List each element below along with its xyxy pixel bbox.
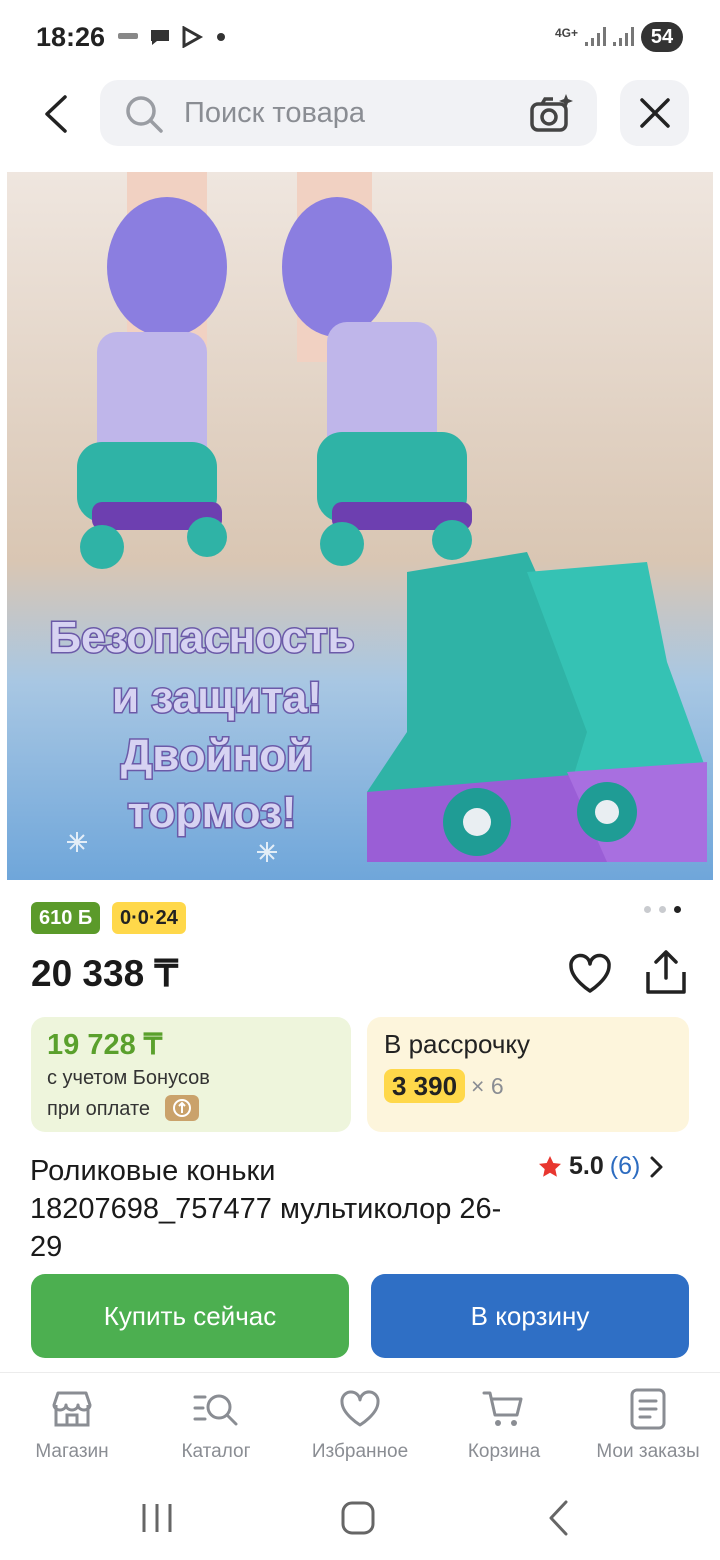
product-price: 20 338 ₸ bbox=[31, 953, 178, 994]
share-icon bbox=[646, 950, 686, 994]
nav-label: Корзина bbox=[467, 1441, 541, 1462]
product-photo: Безопасность и защита! Двойной тормоз! bbox=[7, 172, 713, 880]
shop-icon bbox=[52, 1391, 92, 1427]
promo-line-4: тормоз! bbox=[128, 788, 297, 837]
installment-badge: 0·0·24 bbox=[112, 902, 186, 934]
image-pager bbox=[644, 906, 681, 913]
product-title: Роликовые коньки 18207698_757477 мультик… bbox=[30, 1155, 502, 1263]
nav-label: Избранное bbox=[311, 1441, 409, 1462]
network-type: 4G+ bbox=[555, 26, 579, 40]
nav-cart[interactable]: Корзина bbox=[432, 1383, 576, 1463]
rating-value: 5.0 bbox=[569, 1152, 604, 1180]
back-arrow-icon bbox=[45, 95, 67, 133]
search-icon bbox=[126, 96, 163, 133]
signal-2-icon bbox=[613, 27, 634, 46]
star-icon bbox=[539, 1155, 561, 1177]
installment-months: × 6 bbox=[471, 1073, 504, 1099]
review-count: (6) bbox=[609, 1152, 641, 1180]
system-back-icon[interactable] bbox=[544, 1498, 574, 1538]
bonus-badge: 610 Б bbox=[31, 902, 101, 934]
promo-line-3: Двойной bbox=[121, 731, 313, 780]
cart-icon bbox=[482, 1391, 523, 1426]
pager-dot bbox=[644, 906, 651, 913]
search-input[interactable] bbox=[184, 80, 514, 146]
nav-label: Каталог bbox=[181, 1441, 251, 1462]
notification-app-icon bbox=[118, 33, 138, 39]
play-store-icon bbox=[182, 26, 204, 48]
nav-catalog[interactable]: Каталог bbox=[144, 1383, 288, 1463]
nav-label: Мои заказы bbox=[596, 1441, 700, 1462]
search-bar[interactable] bbox=[100, 80, 597, 146]
nav-label: Магазин bbox=[35, 1441, 109, 1462]
system-navigation-bar bbox=[0, 1480, 720, 1560]
back-button[interactable] bbox=[28, 86, 84, 142]
bonus-price-card[interactable]: 19 728 ₸ с учетом Бонусов при оплате bbox=[31, 1017, 351, 1132]
add-to-cart-button[interactable]: В корзину bbox=[371, 1274, 689, 1358]
catalog-search-icon bbox=[193, 1394, 238, 1426]
close-button[interactable] bbox=[620, 80, 689, 146]
product-image[interactable]: Безопасность и защита! Двойной тормоз! bbox=[7, 172, 713, 880]
installment-amount: 3 390 bbox=[384, 1069, 466, 1103]
battery-indicator: 54 bbox=[641, 22, 683, 52]
installment-title: В рассрочку bbox=[384, 1029, 531, 1059]
status-time: 18:26 bbox=[36, 22, 106, 52]
status-bar: 18:26 4G+ 54 bbox=[0, 0, 720, 72]
rating-link[interactable]: 5.0 (6) bbox=[537, 1152, 666, 1181]
share-button[interactable] bbox=[642, 948, 690, 998]
close-icon bbox=[639, 98, 670, 128]
heart-icon bbox=[340, 1390, 380, 1427]
bottom-navigation: Магазин Каталог Избранное Корзина Мои за… bbox=[0, 1372, 720, 1473]
buy-now-button[interactable]: Купить сейчас bbox=[31, 1274, 349, 1358]
home-icon[interactable] bbox=[338, 1498, 378, 1538]
camera-search-icon[interactable] bbox=[528, 92, 574, 134]
favorite-button[interactable] bbox=[566, 950, 614, 998]
pager-dot bbox=[659, 906, 666, 913]
message-icon bbox=[151, 30, 169, 45]
heart-icon bbox=[569, 953, 611, 993]
payment-method-icon bbox=[165, 1095, 199, 1121]
chevron-right-icon bbox=[650, 1156, 663, 1177]
promo-line-1: Безопасность bbox=[49, 613, 354, 662]
bonus-price: 19 728 ₸ bbox=[47, 1029, 163, 1061]
bonus-note: с учетом Бонусов bbox=[47, 1067, 210, 1089]
orders-icon bbox=[630, 1388, 666, 1430]
more-notifications-icon bbox=[217, 33, 225, 41]
payment-note: при оплате bbox=[47, 1098, 151, 1120]
signal-icon bbox=[585, 27, 606, 46]
nav-shop[interactable]: Магазин bbox=[0, 1383, 144, 1463]
recent-apps-icon[interactable] bbox=[138, 1500, 178, 1536]
nav-orders[interactable]: Мои заказы bbox=[576, 1383, 720, 1463]
nav-favorites[interactable]: Избранное bbox=[288, 1383, 432, 1463]
pager-dot-active bbox=[674, 906, 681, 913]
installment-card[interactable]: В рассрочку 3 390 × 6 bbox=[367, 1017, 689, 1132]
promo-line-2: и защита! bbox=[112, 673, 322, 722]
